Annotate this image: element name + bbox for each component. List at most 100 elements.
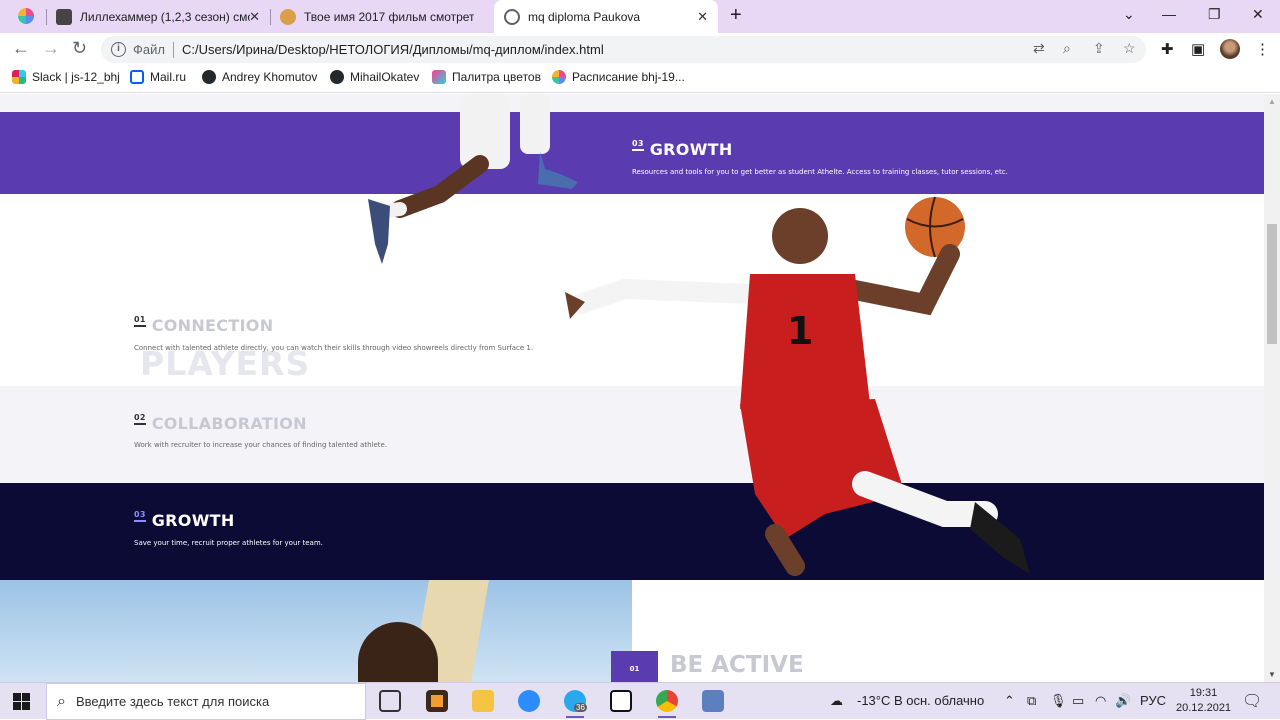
bookmark-palette[interactable]: Палитра цветов bbox=[432, 70, 541, 84]
translate-icon[interactable]: ⇄ bbox=[1033, 40, 1045, 57]
play-favicon-icon bbox=[280, 8, 296, 25]
language-indicator[interactable]: РУС bbox=[1140, 693, 1166, 708]
file-explorer-icon[interactable] bbox=[472, 690, 494, 712]
notifications-icon[interactable]: 🗨 bbox=[1242, 691, 1262, 711]
clock-time: 19:31 bbox=[1189, 687, 1218, 699]
connection-description: Connect with talented athlete directly, … bbox=[134, 344, 534, 352]
tab-title: Лиллехаммер (1,2,3 сезон) смо bbox=[80, 9, 250, 24]
jersey-number: 1 bbox=[787, 309, 813, 353]
wifi-icon[interactable]: ◠ bbox=[1095, 693, 1106, 709]
feature-number: 01 bbox=[134, 315, 146, 327]
collaboration-title: 02 COLLABORATION bbox=[134, 413, 307, 433]
url-text[interactable]: C:/Users/Ирина/Desktop/НЕТОЛОГИЯ/Дипломы… bbox=[182, 42, 604, 57]
bookmark-mailru[interactable]: Mail.ru bbox=[130, 70, 186, 84]
profile-avatar[interactable] bbox=[1220, 39, 1240, 59]
task-view-icon[interactable] bbox=[379, 690, 401, 712]
bookmark-andrey-khomutov[interactable]: Andrey Khomutov bbox=[202, 70, 317, 84]
notion-icon[interactable] bbox=[610, 690, 632, 712]
restore-button[interactable]: ❐ bbox=[1208, 6, 1221, 23]
growth-title: 03 GROWTH bbox=[134, 510, 235, 530]
scroll-up-arrow-icon[interactable]: ▲ bbox=[1268, 97, 1276, 106]
growth-description: Resources and tools for you to get bette… bbox=[632, 168, 1008, 176]
address-separator bbox=[172, 41, 174, 58]
close-icon[interactable]: ✕ bbox=[249, 9, 260, 25]
section-top-strip bbox=[0, 94, 1264, 112]
feature-title-text: COLLABORATION bbox=[151, 414, 307, 433]
forward-button[interactable]: → bbox=[42, 39, 60, 57]
tray-overflow-icon[interactable]: ⌃ bbox=[1004, 693, 1015, 709]
new-tab-button[interactable]: + bbox=[730, 4, 742, 27]
bookmark-slack[interactable]: Slack | js-12_bhj bbox=[12, 70, 120, 84]
chrome-icon[interactable] bbox=[656, 690, 678, 718]
feature-number: 03 bbox=[632, 139, 644, 151]
clock[interactable]: 19:31 20.12.2021 bbox=[1176, 686, 1231, 716]
file-scheme-label: Файл bbox=[133, 42, 165, 57]
tray-device-icon[interactable]: ⧉ bbox=[1027, 693, 1036, 709]
weather-text[interactable]: -13°C В осн. облачно bbox=[857, 693, 984, 708]
github-icon bbox=[202, 70, 216, 84]
athlete-photo bbox=[0, 580, 632, 682]
tab-lillehammer[interactable]: Лиллехаммер (1,2,3 сезон) смо ✕ bbox=[46, 0, 270, 33]
bookmark-label: Andrey Khomutov bbox=[222, 70, 318, 84]
page-scrollbar[interactable]: ▲ ▼ bbox=[1264, 94, 1280, 682]
growth-purple-band: 03 GROWTH Resources and tools for you to … bbox=[0, 112, 1264, 194]
window-close-button[interactable]: ✕ bbox=[1252, 6, 1264, 23]
tab-search-chevron-icon[interactable]: ⌄ bbox=[1123, 6, 1135, 23]
extensions-icon[interactable]: ✚ bbox=[1161, 40, 1174, 58]
minimize-button[interactable]: — bbox=[1162, 6, 1176, 22]
browser-toolbar: ← → ↻ i Файл C:/Users/Ирина/Desktop/НЕТО… bbox=[0, 33, 1280, 65]
telegram-icon[interactable]: 36 bbox=[564, 690, 587, 718]
basketball-player-image: 1 bbox=[565, 196, 1030, 576]
bookmark-label: Slack | js-12_bhj bbox=[32, 70, 120, 84]
telegram-badge: 36 bbox=[574, 703, 587, 712]
tab-title: Твое имя 2017 фильм смотреть bbox=[304, 9, 474, 24]
feature-title-text: GROWTH bbox=[649, 140, 733, 159]
microphone-icon[interactable]: 🎙 bbox=[1050, 693, 1067, 709]
share-icon[interactable]: ⇪ bbox=[1093, 40, 1105, 57]
feature-title-text: CONNECTION bbox=[151, 316, 274, 335]
scrollbar-thumb[interactable] bbox=[1267, 224, 1277, 344]
feature-number: 03 bbox=[134, 510, 146, 522]
search-icon: ⌕ bbox=[57, 692, 66, 710]
bookmark-star-icon[interactable]: ☆ bbox=[1123, 40, 1136, 57]
scroll-down-arrow-icon[interactable]: ▼ bbox=[1268, 670, 1276, 679]
close-icon[interactable]: ✕ bbox=[697, 9, 708, 25]
reload-button[interactable]: ↻ bbox=[72, 39, 87, 57]
collaboration-description: Work with recruiter to increase your cha… bbox=[134, 441, 388, 449]
bookmark-label: Расписание bhj-19... bbox=[572, 70, 685, 84]
page-viewport: 03 GROWTH Resources and tools for you to … bbox=[0, 94, 1264, 682]
video-favicon-icon bbox=[56, 8, 72, 25]
windows-start-button[interactable] bbox=[13, 693, 30, 710]
zoom-icon[interactable]: ⌕ bbox=[1063, 40, 1071, 57]
bookmark-mihailokatev[interactable]: MihailOkatev bbox=[330, 70, 419, 84]
schedule-icon bbox=[552, 70, 566, 84]
menu-icon[interactable]: ⋮ bbox=[1255, 40, 1270, 58]
bookmark-schedule[interactable]: Расписание bhj-19... bbox=[552, 70, 685, 84]
growth-description: Save your time, recruit proper athletes … bbox=[134, 539, 323, 547]
connection-title: 01 CONNECTION bbox=[134, 315, 274, 335]
slack-icon bbox=[12, 70, 26, 84]
github-icon bbox=[330, 70, 344, 84]
sublime-text-icon[interactable] bbox=[426, 690, 448, 712]
address-bar[interactable]: i Файл C:/Users/Ирина/Desktop/НЕТОЛОГИЯ/… bbox=[101, 36, 1146, 63]
globe-favicon-icon bbox=[504, 8, 520, 25]
back-button[interactable]: ← bbox=[12, 39, 30, 57]
zoom-app-icon[interactable] bbox=[518, 690, 540, 712]
weather-cloud-icon[interactable]: ☁ bbox=[830, 693, 843, 709]
volume-icon[interactable]: 🔊 bbox=[1115, 693, 1131, 709]
taskbar-search-box[interactable]: ⌕ Введите здесь текст для поиска bbox=[46, 683, 366, 720]
windows-taskbar: ⌕ Введите здесь текст для поиска 36 ☁ -1… bbox=[0, 682, 1280, 720]
palette-icon bbox=[432, 70, 446, 84]
jumping-athlete-legs-image bbox=[368, 94, 578, 264]
tab-your-name[interactable]: Твое имя 2017 фильм смотреть bbox=[270, 0, 494, 33]
bookmark-label: MihailOkatev bbox=[350, 70, 420, 84]
info-icon[interactable]: i bbox=[111, 42, 126, 57]
tab-search-icon[interactable] bbox=[18, 8, 34, 24]
clock-date: 20.12.2021 bbox=[1176, 702, 1232, 714]
tab-mq-diploma[interactable]: mq diploma Paukova ✕ bbox=[494, 0, 718, 33]
network-app-icon[interactable] bbox=[702, 690, 724, 712]
be-active-section: 01 BE ACTIVE bbox=[0, 580, 1264, 682]
taskbar-search-placeholder: Введите здесь текст для поиска bbox=[75, 694, 270, 709]
side-panel-icon[interactable]: ▣ bbox=[1191, 40, 1205, 58]
battery-icon[interactable]: ▭ bbox=[1072, 693, 1084, 709]
